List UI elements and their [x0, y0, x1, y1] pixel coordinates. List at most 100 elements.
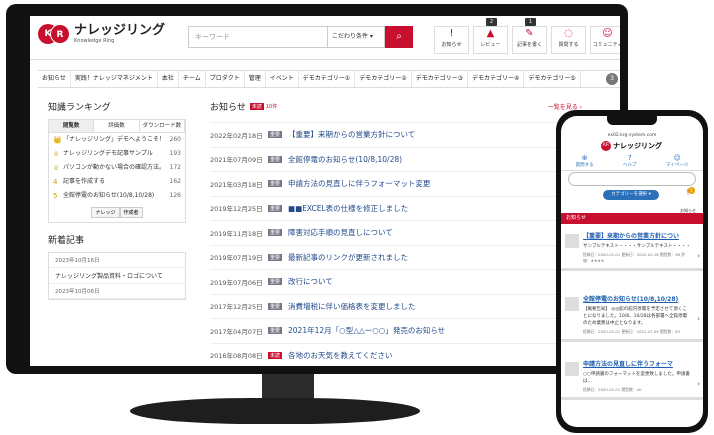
card-title[interactable]: 全館停電のお知らせ(10/8,10/28)	[583, 295, 691, 304]
phone-notice-card[interactable]: 全館停電のお知らせ(10/8,10/28) 【概要告知】 ◎◎館の館内停電を予定さ…	[561, 291, 703, 342]
notice-row[interactable]: 2021年03月18日 重要 申請方法の見直しに伴うフォーマット変更	[210, 172, 582, 197]
nav-item[interactable]: デモカテゴリー①	[299, 71, 356, 87]
phone-nav-item[interactable]: ? ヘルプ	[623, 154, 637, 168]
header-icon-label: 記事を書く	[516, 42, 542, 48]
header-icon-button[interactable]: ▲ レビュー 2	[473, 18, 508, 54]
logo-mark-icon: KR	[601, 141, 611, 151]
notice-row[interactable]: 2019年07月06日 重要 改行について	[210, 270, 582, 295]
nav-item[interactable]: 本社	[158, 71, 179, 87]
nav-item[interactable]: デモカテゴリー⑤	[524, 71, 581, 87]
nav-item[interactable]: チーム	[179, 71, 206, 87]
search-button[interactable]: ⌕	[385, 26, 413, 48]
notice-link[interactable]: ■■EXCEL表の仕様を修正しました	[288, 203, 408, 214]
notice-link[interactable]: 全館停電のお知らせ(10/8,10/28)	[288, 154, 402, 165]
rank-icon: 👑	[53, 136, 62, 144]
notice-tag: 重要	[268, 302, 283, 310]
nav-more-button[interactable]: 3	[606, 73, 618, 85]
chevron-right-icon[interactable]: ›	[697, 315, 700, 323]
nav-item[interactable]: デモカテゴリー④	[468, 71, 525, 87]
notice-link[interactable]: 【重要】来期からの営業方針について	[288, 129, 415, 140]
notice-row[interactable]: 2019年07月19日 重要 最新記事のリンクが更新されました	[210, 246, 582, 270]
notice-date: 2019年12月25日	[210, 205, 263, 214]
phone-nav-item[interactable]: ⊕ 質問する	[576, 154, 594, 168]
notice-link[interactable]: 障害対応手順の見直しについて	[288, 227, 393, 238]
ranking-box: 閲覧数 評価数 ダウンロード数 👑 「ナレッジリング」デモへようこそ！ 260 ♕ ナレッジ…	[48, 119, 186, 223]
phone-nav-item[interactable]: ☺ マイページ	[666, 154, 688, 168]
nav-item[interactable]: イベント	[266, 71, 299, 87]
ranking-tab[interactable]: 評価数	[94, 120, 140, 133]
phone-category-select[interactable]: カテゴリーを選択 ▾	[603, 190, 659, 200]
phone-notice-button[interactable]: !お知らせ1	[679, 187, 697, 216]
desktop-monitor: KR ナレッジリング Knowledge Ring キーワード こだわり条件 ▾ …	[6, 4, 628, 374]
notice-row[interactable]: 2017年04月07日 重要 2021年12月「○型△△ー○○」発売のお知らせ	[210, 319, 582, 344]
phone-nav-label: マイページ	[665, 163, 689, 168]
ranking-row[interactable]: 4 記事を作成する 162	[49, 175, 185, 189]
header-icons: ! お知らせ ▲ レビュー 2 ✎ 記事を書く 1 ◌ 質問する ☺ コミュニティ	[434, 18, 620, 54]
chevron-right-icon[interactable]: ›	[697, 380, 700, 388]
logo-mark-icon: KR	[38, 24, 70, 44]
card-thumbnail-icon	[565, 362, 579, 376]
phone-logo[interactable]: KR ナレッジリング	[601, 141, 662, 151]
card-title[interactable]: 申請方法の見直しに伴うフォーマ	[583, 360, 691, 369]
ranking-tag[interactable]: ナレッジ	[91, 207, 120, 218]
header-icon-label: コミュニティ	[592, 42, 620, 48]
notice-link[interactable]: 消費増税に伴い価格表を変更しました	[288, 301, 416, 312]
ranking-tag[interactable]: 作成者	[119, 207, 143, 218]
nav-item[interactable]: デモカテゴリー③	[412, 71, 468, 87]
notice-row[interactable]: 2019年12月25日 重要 ■■EXCEL表の仕様を修正しました	[210, 197, 582, 221]
search-input[interactable]: キーワード	[188, 26, 328, 48]
ranking-row[interactable]: 5 全館停電のお知らせ(10/8,10/28) 126	[49, 189, 185, 203]
ranking-link[interactable]: 全館停電のお知らせ(10/8,10/28)	[63, 192, 165, 200]
nav-item[interactable]: 実践！ナレッジマネジメント	[71, 71, 158, 87]
notice-link[interactable]: 最新記事のリンクが更新されました	[288, 252, 408, 263]
ranking-link[interactable]: ナレッジリングデモ記事サンプル	[63, 150, 165, 158]
ranking-row[interactable]: ♕ パソコンが動かない場合の確認方法。 172	[49, 161, 185, 175]
rank-icon: ♕	[53, 150, 60, 158]
notice-link[interactable]: 改行について	[288, 276, 333, 287]
notice-date: 2022年02月18日	[210, 131, 263, 140]
ranking-row[interactable]: 👑 「ナレッジリング」デモへようこそ！ 260	[49, 133, 185, 147]
new-articles: 新着記事 2023年10月16日 ナレッジリング製品資料・ロゴについて 2023年1…	[48, 233, 188, 300]
header-icon-2-icon: ✎	[525, 28, 534, 39]
new-article-link[interactable]: ナレッジリング製品資料・ロゴについて	[49, 268, 185, 284]
ranking-link[interactable]: 「ナレッジリング」デモへようこそ！	[63, 136, 165, 144]
rank-icon: ♕	[53, 164, 60, 172]
ranking-link[interactable]: 記事を作成する	[63, 178, 165, 186]
phone-notch	[607, 116, 657, 125]
ranking-tab[interactable]: 閲覧数	[49, 120, 95, 133]
notice-link[interactable]: 申請方法の見直しに伴うフォーマット変更	[288, 178, 430, 189]
notice-link[interactable]: 各地のお天気を教えてください	[288, 350, 392, 361]
logo-title: ナレッジリング	[74, 23, 166, 38]
notice-link[interactable]: 2021年12月「○型△△ー○○」発売のお知らせ	[288, 325, 445, 336]
notice-row[interactable]: 2022年02月18日 重要 【重要】来期からの営業方針について	[210, 123, 582, 148]
header-icon-4-icon: ☺	[602, 28, 613, 39]
notice-row[interactable]: 2017年12月25日 重要 消費増税に伴い価格表を変更しました	[210, 295, 582, 319]
condition-select[interactable]: こだわり条件 ▾	[328, 26, 385, 48]
new-article-date: 2023年10月16日	[49, 253, 185, 268]
phone-notices-bar: お知らせ	[561, 213, 703, 224]
nav-item[interactable]: 管理	[245, 71, 266, 87]
nav-item[interactable]: お知らせ	[38, 71, 71, 87]
site-logo[interactable]: KR ナレッジリング Knowledge Ring	[38, 24, 165, 44]
ranking-link[interactable]: パソコンが動かない場合の確認方法。	[63, 164, 165, 172]
phone-notice-card[interactable]: 申請方法の見直しに伴うフォーマ ○○申請書のフォーマットを変更致しました。申請書は…	[561, 356, 703, 400]
header-icon-button[interactable]: ✎ 記事を書く 1	[512, 18, 547, 54]
notice-row[interactable]: 2016年08月08日 未読 各地のお天気を教えてください	[210, 344, 582, 367]
notice-row[interactable]: 2019年11月18日 重要 障害対応手順の見直しについて	[210, 221, 582, 246]
header-icon-button[interactable]: ◌ 質問する	[551, 26, 586, 54]
header-icon-3-icon: ◌	[564, 28, 573, 39]
ranking-tab[interactable]: ダウンロード数	[139, 120, 185, 133]
phone-nav-label: 質問する	[575, 163, 594, 168]
nav-item[interactable]: プロダクト	[206, 71, 245, 87]
nav-item[interactable]: デモカテゴリー②	[355, 71, 412, 87]
phone-notice-card[interactable]: 【重要】来期からの営業方針につい サンプルテキスト・・・・サンプルテキスト・・・・…	[561, 228, 703, 271]
card-body: 【概要告知】 ◎◎館の館内停電を予定させて頂くことになりました。10/8、10/…	[583, 307, 688, 326]
phone-search-input[interactable]	[568, 172, 696, 186]
ranking-row[interactable]: ♕ ナレッジリングデモ記事サンプル 193	[49, 147, 185, 161]
header-icon-button[interactable]: ☺ コミュニティ	[590, 26, 620, 54]
notice-row[interactable]: 2021年07月09日 重要 全館停電のお知らせ(10/8,10/28)	[210, 148, 582, 172]
card-title[interactable]: 【重要】来期からの営業方針につい	[583, 232, 691, 241]
chevron-right-icon[interactable]: ›	[697, 252, 700, 260]
notification-badge: 2	[486, 18, 497, 26]
header-icon-button[interactable]: ! お知らせ	[434, 26, 469, 54]
